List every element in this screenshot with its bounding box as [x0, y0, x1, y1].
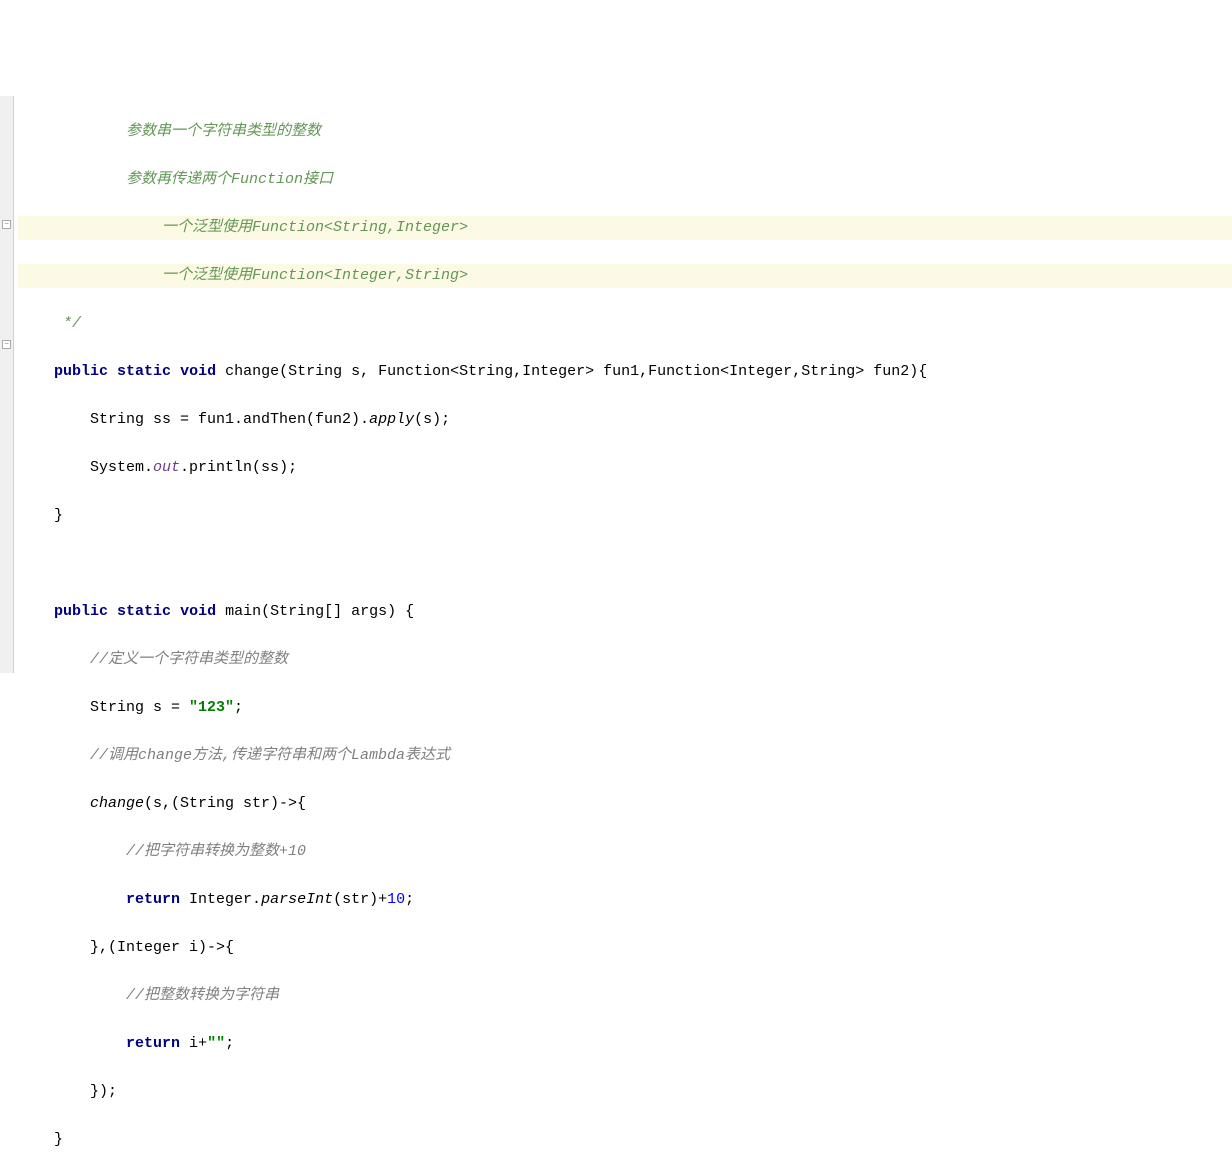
fold-marker-icon[interactable]: −	[2, 340, 11, 349]
editor-gutter: − −	[0, 96, 14, 673]
line-comment: //调用change方法,传递字符串和两个Lambda表达式	[18, 747, 450, 764]
code-text: change(String s, Function<String,Integer…	[216, 363, 927, 380]
keyword-void: void	[180, 603, 216, 620]
fold-marker-icon[interactable]: −	[2, 220, 11, 229]
field-out: out	[153, 459, 180, 476]
code-text: Integer.	[180, 891, 261, 908]
string-literal: ""	[207, 1035, 225, 1052]
code-text: i+	[180, 1035, 207, 1052]
code-text	[108, 363, 117, 380]
doc-comment: 一个泛型使用Function<String,Integer>	[18, 219, 468, 236]
code-text: ;	[234, 699, 243, 716]
code-text: ;	[225, 1035, 234, 1052]
keyword-public: public	[54, 363, 108, 380]
code-text: },(Integer i)->{	[18, 939, 234, 956]
line-comment: //把整数转换为字符串	[18, 987, 279, 1004]
code-text: (s,(String str)->{	[144, 795, 306, 812]
code-text: }	[18, 1131, 63, 1148]
code-text	[18, 603, 54, 620]
keyword-return: return	[126, 891, 180, 908]
code-text	[108, 603, 117, 620]
code-text: String ss = fun1.andThen(fun2).	[18, 411, 369, 428]
code-text	[18, 795, 90, 812]
keyword-static: static	[117, 603, 171, 620]
code-text	[171, 363, 180, 380]
method-change: change	[90, 795, 144, 812]
keyword-public: public	[54, 603, 108, 620]
doc-comment: 参数串一个字符串类型的整数	[18, 123, 321, 140]
code-area[interactable]: 参数串一个字符串类型的整数 参数再传递两个Function接口 一个泛型使用Fu…	[14, 96, 1232, 673]
code-editor[interactable]: − − 参数串一个字符串类型的整数 参数再传递两个Function接口 一个泛型…	[0, 96, 1232, 673]
number-literal: 10	[387, 891, 405, 908]
code-text	[18, 1035, 126, 1052]
doc-comment: 参数再传递两个Function接口	[18, 171, 333, 188]
code-text: .println(ss);	[180, 459, 297, 476]
code-text: main(String[] args) {	[216, 603, 414, 620]
line-comment: //把字符串转换为整数+10	[18, 843, 306, 860]
code-text: ;	[405, 891, 414, 908]
keyword-return: return	[126, 1035, 180, 1052]
keyword-static: static	[117, 363, 171, 380]
code-text: String s =	[18, 699, 189, 716]
method-apply: apply	[369, 411, 414, 428]
code-text	[18, 363, 54, 380]
doc-comment-end: */	[18, 315, 81, 332]
string-literal: "123"	[189, 699, 234, 716]
line-comment: //定义一个字符串类型的整数	[18, 651, 288, 668]
code-text: (s);	[414, 411, 450, 428]
code-text: });	[18, 1083, 117, 1100]
keyword-void: void	[180, 363, 216, 380]
method-parseint: parseInt	[261, 891, 333, 908]
code-text	[171, 603, 180, 620]
code-text	[18, 891, 126, 908]
code-text: System.	[18, 459, 153, 476]
code-text: }	[18, 507, 63, 524]
doc-comment: 一个泛型使用Function<Integer,String>	[18, 267, 468, 284]
code-text: (str)+	[333, 891, 387, 908]
